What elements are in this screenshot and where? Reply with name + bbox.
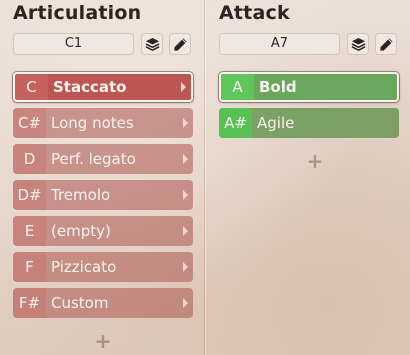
articulation-item[interactable]: F Pizzicato bbox=[13, 252, 193, 282]
pencil-icon bbox=[379, 37, 393, 51]
articulation-item[interactable]: F# Custom bbox=[13, 288, 193, 318]
layers-icon bbox=[145, 37, 159, 51]
articulation-edit-button[interactable] bbox=[169, 33, 191, 55]
add-attack-button[interactable]: + bbox=[305, 151, 325, 171]
articulation-item-note: D bbox=[13, 144, 46, 174]
articulation-item-note: F bbox=[13, 252, 46, 282]
add-articulation-button[interactable]: + bbox=[93, 331, 113, 351]
attack-item-note: A# bbox=[219, 108, 252, 138]
chevron-right-icon[interactable] bbox=[175, 74, 191, 100]
articulation-item-label: Long notes bbox=[51, 114, 134, 132]
chevron-right-icon[interactable] bbox=[177, 144, 193, 174]
chevron-right-icon[interactable] bbox=[177, 216, 193, 246]
articulation-item-label: Custom bbox=[51, 294, 109, 312]
chevron-right-icon[interactable] bbox=[177, 108, 193, 138]
articulation-item-label: Tremolo bbox=[51, 186, 111, 204]
attack-item-label: Agile bbox=[257, 114, 295, 132]
chevron-right-icon[interactable] bbox=[177, 180, 193, 210]
articulation-item[interactable]: E (empty) bbox=[13, 216, 193, 246]
articulation-item-note: C# bbox=[13, 108, 46, 138]
articulation-item[interactable]: C Staccato bbox=[13, 72, 193, 102]
attack-title: Attack bbox=[219, 2, 290, 24]
attack-column: Attack A7 A Bold A# Agile + bbox=[205, 0, 410, 355]
articulation-item-note: C bbox=[15, 74, 48, 100]
articulation-item-label: Pizzicato bbox=[51, 258, 117, 276]
articulation-item-note: D# bbox=[13, 180, 46, 210]
chevron-right-icon[interactable] bbox=[177, 252, 193, 282]
articulation-list: C Staccato C# Long notes D Perf. legato D# Trem… bbox=[13, 72, 193, 324]
articulation-layers-button[interactable] bbox=[141, 33, 163, 55]
attack-item[interactable]: A# Agile bbox=[219, 108, 399, 138]
articulation-item-note: E bbox=[13, 216, 46, 246]
attack-edit-button[interactable] bbox=[375, 33, 397, 55]
attack-item-label: Bold bbox=[259, 78, 297, 96]
attack-item[interactable]: A Bold bbox=[219, 72, 399, 102]
pencil-icon bbox=[173, 37, 187, 51]
attack-layers-button[interactable] bbox=[347, 33, 369, 55]
articulation-item-label: (empty) bbox=[51, 222, 111, 240]
articulation-item[interactable]: C# Long notes bbox=[13, 108, 193, 138]
attack-item-note: A bbox=[221, 74, 254, 100]
articulation-item-note: F# bbox=[13, 288, 46, 318]
articulation-column: Articulation C1 C Staccato C# Long notes D Pe… bbox=[0, 0, 205, 355]
articulation-title: Articulation bbox=[13, 2, 142, 24]
articulation-item-label: Perf. legato bbox=[51, 150, 136, 168]
articulation-item[interactable]: D# Tremolo bbox=[13, 180, 193, 210]
layers-icon bbox=[351, 37, 365, 51]
chevron-right-icon[interactable] bbox=[177, 288, 193, 318]
articulation-trigger-field[interactable]: C1 bbox=[13, 33, 134, 55]
articulation-item-label: Staccato bbox=[53, 78, 127, 96]
attack-list: A Bold A# Agile bbox=[219, 72, 399, 144]
attack-trigger-field[interactable]: A7 bbox=[219, 33, 340, 55]
articulation-item[interactable]: D Perf. legato bbox=[13, 144, 193, 174]
